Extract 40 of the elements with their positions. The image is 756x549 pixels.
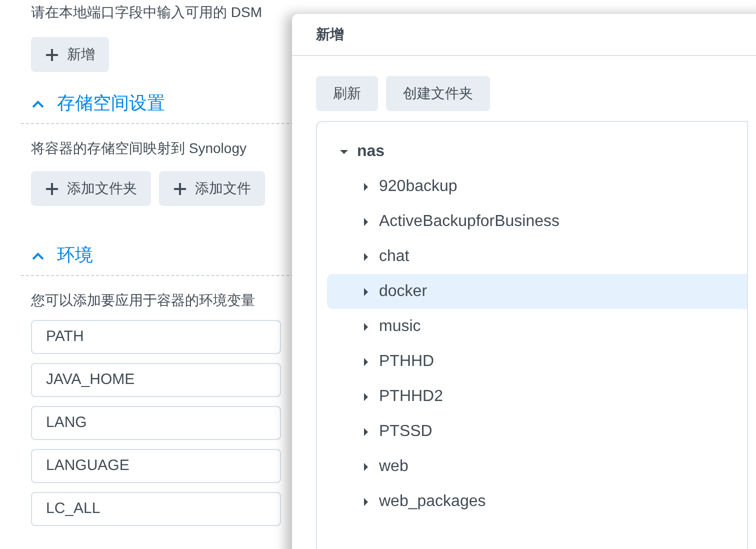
- add-button[interactable]: 添加文件: [159, 171, 265, 206]
- description-text: 您可以添加要应用于容器的环境变量: [31, 291, 255, 310]
- description-text: 将容器的存储空间映射到 Synology: [31, 139, 246, 158]
- toolbar-button[interactable]: 刷新: [316, 76, 378, 111]
- plus-icon: [45, 182, 59, 196]
- tree-item[interactable]: web_packages: [327, 484, 747, 519]
- toolbar-button[interactable]: 创建文件夹: [386, 76, 490, 111]
- add-button[interactable]: 添加文件夹: [31, 171, 151, 206]
- tree-item[interactable]: PTSSD: [327, 414, 747, 449]
- tree-item[interactable]: PTHHD: [327, 344, 747, 379]
- tree-item[interactable]: chat: [327, 239, 747, 274]
- section-title[interactable]: 环境: [57, 242, 93, 269]
- tree-item[interactable]: web: [327, 449, 747, 484]
- tree-item[interactable]: 920backup: [327, 169, 747, 204]
- add-button[interactable]: 新增: [31, 37, 109, 72]
- caret-icon[interactable]: [361, 496, 371, 506]
- tree-item[interactable]: music: [327, 309, 747, 344]
- caret-icon[interactable]: [361, 392, 371, 402]
- caret-icon[interactable]: [361, 216, 371, 226]
- variable-field[interactable]: PATH: [31, 320, 281, 354]
- dialog-title: 新增: [316, 25, 344, 44]
- variable-field[interactable]: LANG: [31, 406, 281, 440]
- plus-icon: [45, 48, 59, 62]
- variable-field[interactable]: JAVA_HOME: [31, 363, 281, 397]
- section-title[interactable]: 存储空间设置: [57, 90, 165, 117]
- caret-icon[interactable]: [361, 252, 371, 262]
- caret-icon[interactable]: [361, 322, 371, 332]
- tree-item[interactable]: nas: [327, 134, 747, 169]
- caret-icon[interactable]: [361, 426, 371, 436]
- caret-icon[interactable]: [361, 182, 371, 192]
- variable-field[interactable]: LC_ALL: [31, 492, 281, 526]
- tree-item[interactable]: docker: [327, 274, 747, 309]
- tree-item[interactable]: PTHHD2: [327, 379, 747, 414]
- caret-icon[interactable]: [361, 286, 371, 296]
- variable-field[interactable]: LANGUAGE: [31, 449, 281, 483]
- port-hint-text: 请在本地端口字段中输入可用的 DSM: [31, 3, 262, 22]
- caret-icon[interactable]: [361, 462, 371, 472]
- caret-icon[interactable]: [361, 356, 371, 366]
- plus-icon: [173, 182, 187, 196]
- tree-item[interactable]: ActiveBackupforBusiness: [327, 204, 747, 239]
